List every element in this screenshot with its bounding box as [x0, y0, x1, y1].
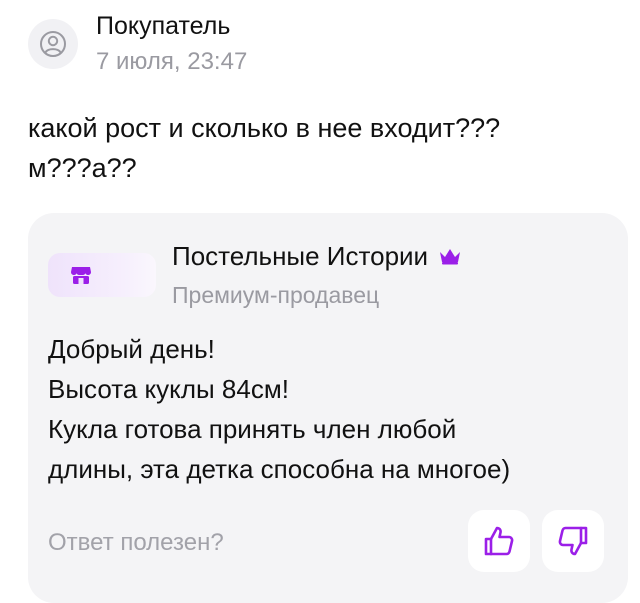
answer-line: длины, эта детка способна на многое) [48, 454, 511, 484]
review-date: 7 июля, 23:47 [96, 48, 248, 75]
thumbs-up-icon [484, 526, 514, 556]
seller-logo[interactable] [48, 253, 156, 297]
review-question: какой рост и сколько в нее входит??? м??… [28, 108, 628, 188]
seller-name-row: Постельные Истории [172, 239, 462, 273]
avatar [28, 19, 78, 69]
shop-icon [71, 267, 91, 284]
answer-line: Высота куклы 84см! [48, 374, 289, 404]
answer-line: Добрый день! [48, 334, 215, 364]
question-line: какой рост и сколько в нее входит??? [28, 113, 501, 143]
author-block: Покупатель 7 июля, 23:47 [96, 10, 247, 78]
seller-answer-card: Постельные Истории Премиум-продавец Добр… [28, 213, 628, 603]
author-name: Покупатель [96, 12, 231, 40]
answer-line: Кукла готова принять член любой [48, 414, 457, 444]
crown-icon [438, 247, 462, 265]
question-line: м???а?? [28, 153, 137, 183]
thumbs-down-icon [558, 526, 588, 556]
user-circle-icon [40, 31, 66, 57]
answer-text: Добрый день! Высота куклы 84см! Кукла го… [48, 329, 510, 489]
review-header: Покупатель 7 июля, 23:47 [28, 10, 247, 78]
helpful-prompt: Ответ полезен? [48, 529, 224, 556]
seller-name[interactable]: Постельные Истории [172, 239, 428, 273]
dislike-button[interactable] [542, 510, 604, 572]
like-button[interactable] [468, 510, 530, 572]
seller-badge: Премиум-продавец [172, 282, 380, 308]
